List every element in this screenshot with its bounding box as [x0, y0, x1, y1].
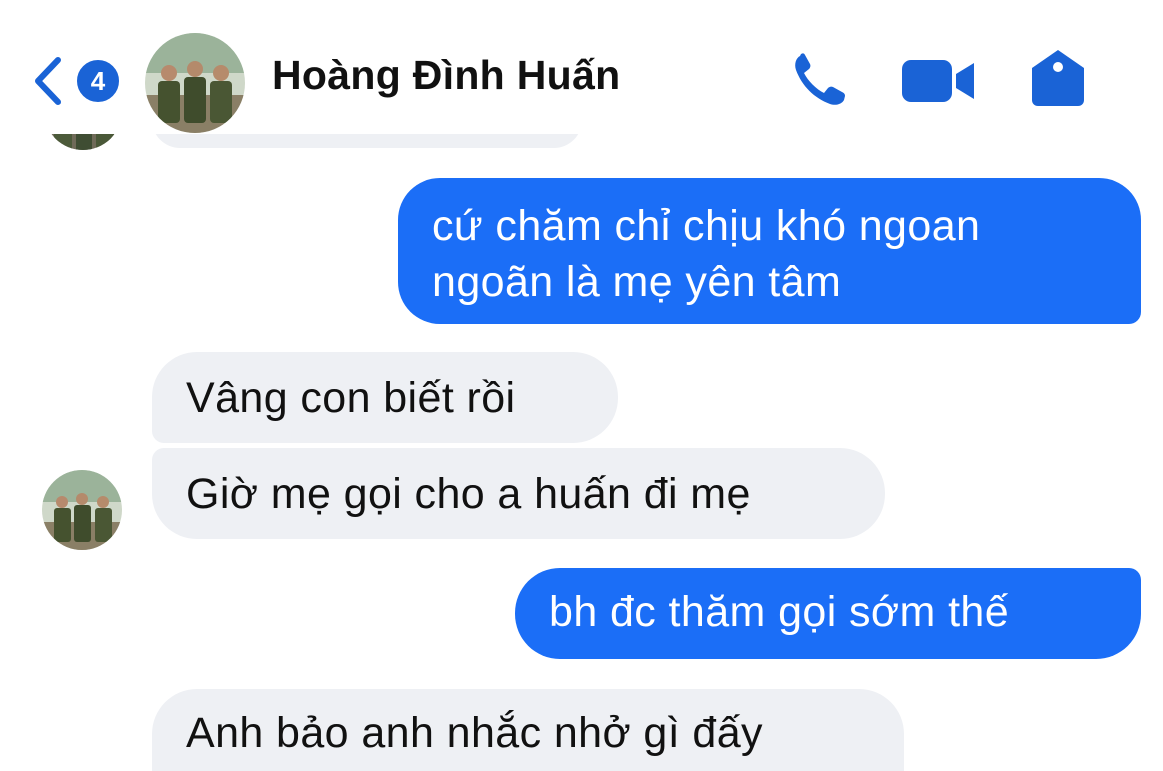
chat-screen: 4 Hoàng Đình Huấn cứ chăm chỉ chịu khó n… — [0, 0, 1163, 771]
message-text: Vâng con biết rồi — [186, 374, 516, 422]
contact-avatar-small[interactable] — [42, 470, 122, 550]
message-text: Giờ mẹ gọi cho a huấn đi mẹ — [186, 470, 751, 518]
unread-count-badge: 4 — [74, 57, 122, 105]
message-text: bh đc thăm gọi sớm thế — [549, 588, 1010, 636]
video-camera-icon[interactable] — [902, 60, 974, 102]
phone-icon[interactable] — [790, 52, 848, 106]
message-text: Anh bảo anh nhắc nhở gì đấy — [186, 709, 763, 757]
tag-icon[interactable] — [1032, 50, 1084, 106]
message-text-line: cứ chăm chỉ chịu khó ngoan — [432, 202, 981, 250]
back-button[interactable]: 4 — [32, 52, 122, 110]
message-bubble-incoming[interactable]: Giờ mẹ gọi cho a huấn đi mẹ — [152, 448, 885, 539]
message-bubble-incoming[interactable]: Anh bảo anh nhắc nhở gì đấy — [152, 689, 904, 771]
back-chevron-icon — [35, 57, 61, 105]
contact-avatar[interactable] — [145, 33, 245, 133]
chat-header: 4 Hoàng Đình Huấn — [0, 0, 1163, 134]
contact-name[interactable]: Hoàng Đình Huấn — [272, 52, 620, 99]
message-bubble-outgoing[interactable]: cứ chăm chỉ chịu khó ngoan ngoãn là mẹ y… — [398, 178, 1141, 324]
message-bubble-outgoing[interactable]: bh đc thăm gọi sớm thế — [515, 568, 1141, 659]
message-bubble-incoming[interactable]: Vâng con biết rồi — [152, 352, 618, 443]
message-text-line: ngoãn là mẹ yên tâm — [432, 258, 842, 306]
